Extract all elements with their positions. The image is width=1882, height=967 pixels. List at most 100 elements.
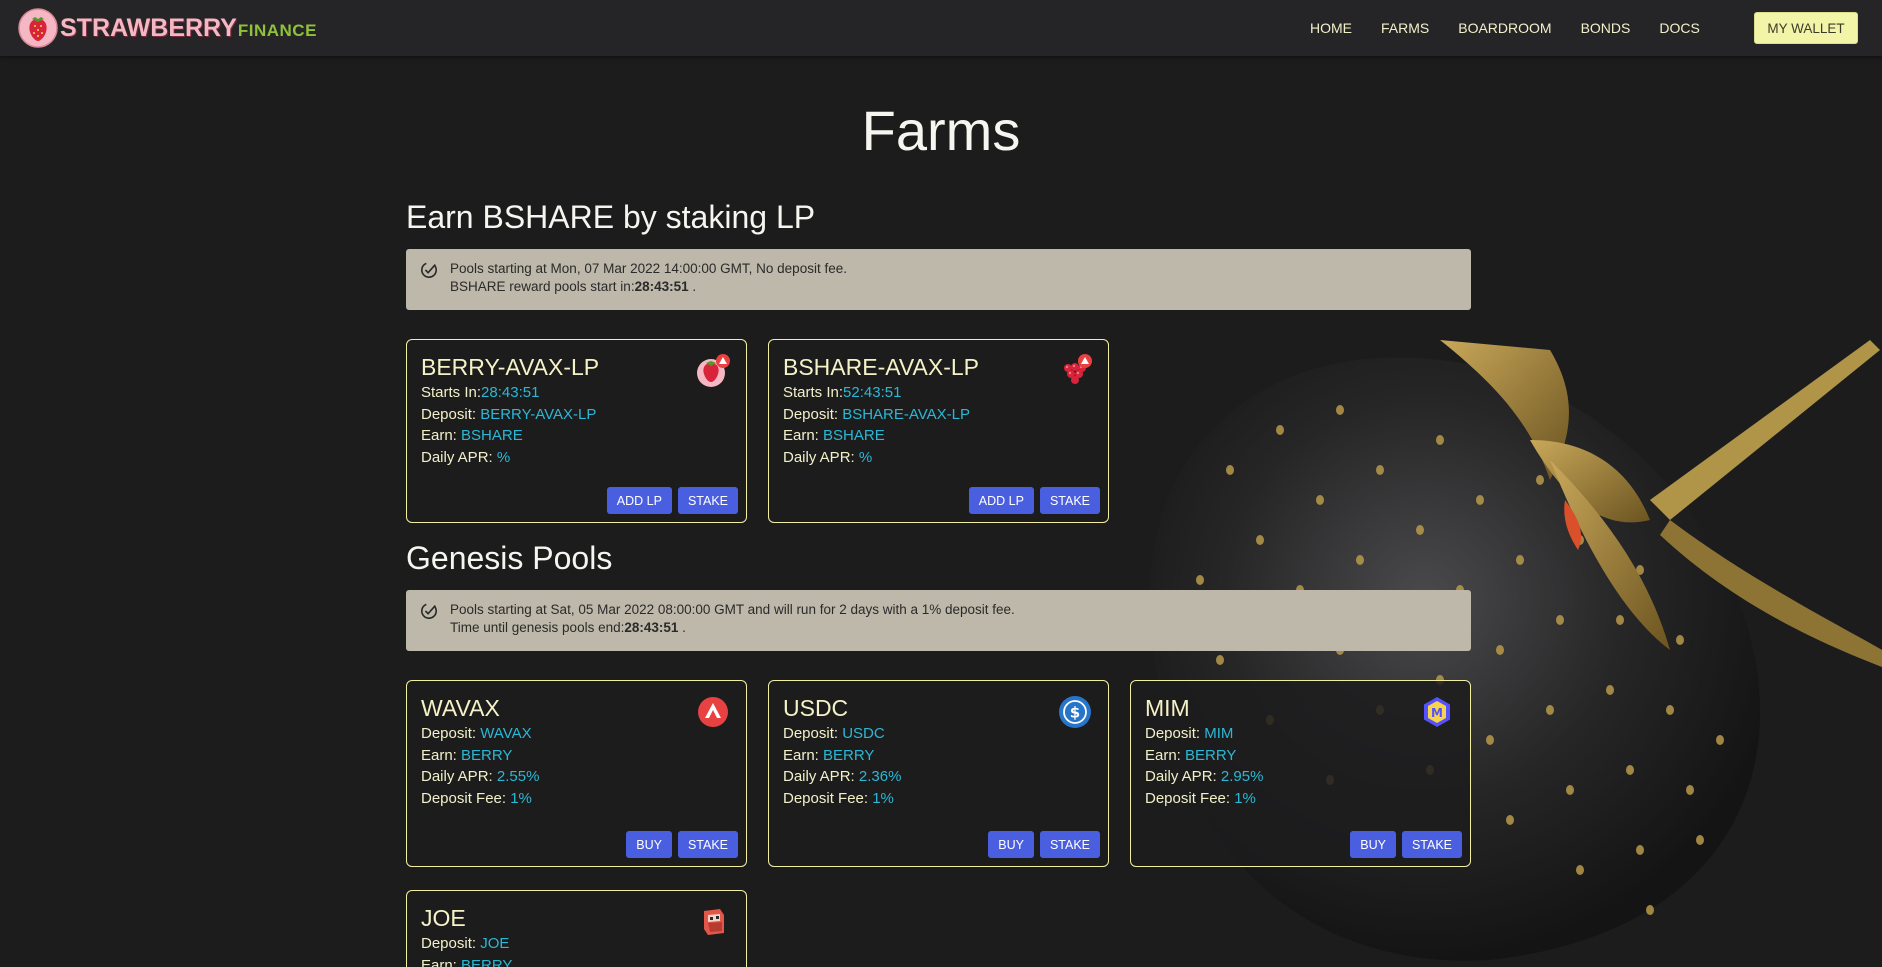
stake-button[interactable]: STAKE — [1401, 831, 1462, 858]
earn-line: Earn: BERRY — [783, 745, 1108, 767]
genesis-alert-prefix: Time until genesis pools end: — [450, 620, 625, 635]
apr-line: Daily APR: 2.36% — [783, 766, 1108, 788]
buy-button[interactable]: BUY — [1350, 831, 1396, 858]
earn-label: Earn: — [421, 427, 457, 444]
buy-button[interactable]: BUY — [626, 831, 672, 858]
card-actions: BUY STAKE — [1344, 831, 1462, 858]
apr-value: 2.55% — [496, 768, 540, 785]
avalanche-icon — [698, 697, 728, 727]
earn-line: Earn: BERRY — [421, 955, 746, 967]
lp-alert-suffix: . — [692, 279, 697, 294]
check-circle-icon — [420, 261, 438, 279]
stake-button[interactable]: STAKE — [1039, 831, 1100, 858]
deposit-value: JOE — [480, 935, 510, 952]
apr-line: Daily APR: % — [783, 447, 1108, 469]
pool-card-wavax: WAVAX Deposit: WAVAX Earn: BERRY Daily A… — [406, 680, 747, 867]
apr-value: 2.36% — [858, 768, 902, 785]
earn-value: BSHARE — [461, 427, 523, 444]
deposit-value: WAVAX — [480, 725, 532, 742]
genesis-info-alert: Pools starting at Sat, 05 Mar 2022 08:00… — [406, 590, 1471, 651]
stake-button[interactable]: STAKE — [1039, 487, 1100, 514]
svg-text:M: M — [1431, 706, 1443, 720]
lp-alert-prefix: BSHARE reward pools start in: — [450, 279, 635, 294]
pool-card-mim: MIM Deposit: MIM Earn: BERRY Daily APR: … — [1130, 680, 1471, 867]
genesis-section-title: Genesis Pools — [406, 540, 613, 576]
earn-value: BERRY — [461, 956, 513, 967]
add-lp-button[interactable]: ADD LP — [968, 487, 1034, 514]
card-actions: ADD LP STAKE — [601, 487, 738, 514]
genesis-alert-line2: Time until genesis pools end:28:43:51 . — [450, 619, 1471, 637]
earn-label: Earn: — [421, 956, 457, 967]
deposit-label: Deposit: — [421, 935, 477, 952]
apr-label: Daily APR: — [421, 448, 493, 466]
pool-card-joe: JOE Deposit: JOE Earn: BERRY — [406, 890, 747, 967]
earn-value: BERRY — [1185, 746, 1237, 764]
earn-line: Earn: BSHARE — [421, 425, 746, 447]
pool-card-usdc: USDC Deposit: USDC Earn: BERRY Daily APR… — [768, 680, 1109, 867]
berry-avax-lp-icon — [697, 354, 730, 387]
apr-label: Daily APR: — [783, 448, 855, 466]
apr-label: Daily APR: — [421, 768, 493, 785]
genesis-alert-line1: Pools starting at Sat, 05 Mar 2022 08:00… — [450, 602, 1015, 617]
lp-info-alert: Pools starting at Mon, 07 Mar 2022 14:00… — [406, 249, 1471, 310]
stake-button[interactable]: STAKE — [677, 831, 738, 858]
earn-label: Earn: — [421, 746, 457, 764]
apr-line: Daily APR: 2.95% — [1145, 766, 1470, 788]
apr-line: Daily APR: 2.55% — [421, 766, 746, 788]
nav-bonds-link[interactable]: BONDS — [1581, 20, 1631, 36]
starts-value: 52:43:51 — [843, 384, 902, 401]
brand-subname: FINANCE — [237, 20, 317, 40]
lp-alert-line1: Pools starting at Mon, 07 Mar 2022 14:00… — [450, 261, 847, 276]
farm-card-bshare-avax-lp: BSHARE-AVAX-LP Starts In:52:43:51 Deposi… — [768, 339, 1109, 523]
starts-label: Starts In: — [783, 384, 844, 401]
earn-value: BSHARE — [823, 427, 885, 444]
page-title: Farms — [861, 99, 1021, 162]
genesis-alert-countdown: 28:43:51 — [624, 620, 679, 635]
mim-icon: M — [1424, 697, 1450, 727]
fee-line: Deposit Fee: 1% — [783, 788, 1108, 810]
starts-value: 28:43:51 — [481, 384, 540, 401]
deposit-label: Deposit: — [1145, 725, 1201, 742]
apr-label: Daily APR: — [783, 768, 855, 785]
strawberry-logo-icon — [18, 8, 58, 48]
earn-label: Earn: — [783, 427, 819, 444]
apr-value: 2.95% — [1220, 768, 1264, 785]
apr-label: Daily APR: — [1145, 768, 1217, 785]
nav-home-link[interactable]: HOME — [1310, 20, 1352, 36]
genesis-alert-suffix: . — [682, 620, 686, 635]
fee-value: 1% — [1234, 789, 1256, 807]
deposit-label: Deposit: — [783, 725, 839, 742]
nav-links: HOME FARMS BOARDROOM BONDS DOCS — [1310, 0, 1729, 56]
fee-label: Deposit Fee: — [421, 789, 507, 807]
deposit-value: USDC — [842, 725, 885, 742]
nav-farms-link[interactable]: FARMS — [1381, 20, 1429, 36]
card-actions: ADD LP STAKE — [963, 487, 1100, 514]
usdc-icon: $ — [1059, 696, 1091, 728]
deposit-label: Deposit: — [421, 405, 477, 423]
deposit-value: BSHARE-AVAX-LP — [842, 405, 971, 423]
deposit-value: MIM — [1204, 725, 1234, 742]
deposit-line: Deposit: BSHARE-AVAX-LP — [783, 404, 1108, 426]
apr-value: % — [496, 448, 511, 466]
starts-label: Starts In: — [421, 384, 482, 401]
nav-docs-link[interactable]: DOCS — [1659, 20, 1699, 36]
add-lp-button[interactable]: ADD LP — [606, 487, 672, 514]
apr-value: % — [858, 448, 873, 466]
earn-value: BERRY — [461, 746, 513, 764]
farm-card-berry-avax-lp: BERRY-AVAX-LP Starts In:28:43:51 Deposit… — [406, 339, 747, 523]
brand-logo-link[interactable]: STRAWBERRY FINANCE — [18, 8, 317, 48]
nav-boardroom-link[interactable]: BOARDROOM — [1458, 20, 1551, 36]
card-actions: BUY STAKE — [982, 831, 1100, 858]
check-circle-icon — [420, 602, 438, 620]
lp-alert-line2: BSHARE reward pools start in:28:43:51 . — [450, 278, 1471, 296]
my-wallet-button[interactable]: MY WALLET — [1754, 12, 1858, 44]
earn-line: Earn: BSHARE — [783, 425, 1108, 447]
lp-alert-countdown: 28:43:51 — [634, 279, 689, 294]
joe-icon — [704, 909, 724, 935]
fee-line: Deposit Fee: 1% — [421, 788, 746, 810]
stake-button[interactable]: STAKE — [677, 487, 738, 514]
deposit-label: Deposit: — [421, 725, 477, 742]
buy-button[interactable]: BUY — [988, 831, 1034, 858]
fee-value: 1% — [872, 789, 894, 807]
brand-name: STRAWBERRY — [60, 13, 237, 42]
